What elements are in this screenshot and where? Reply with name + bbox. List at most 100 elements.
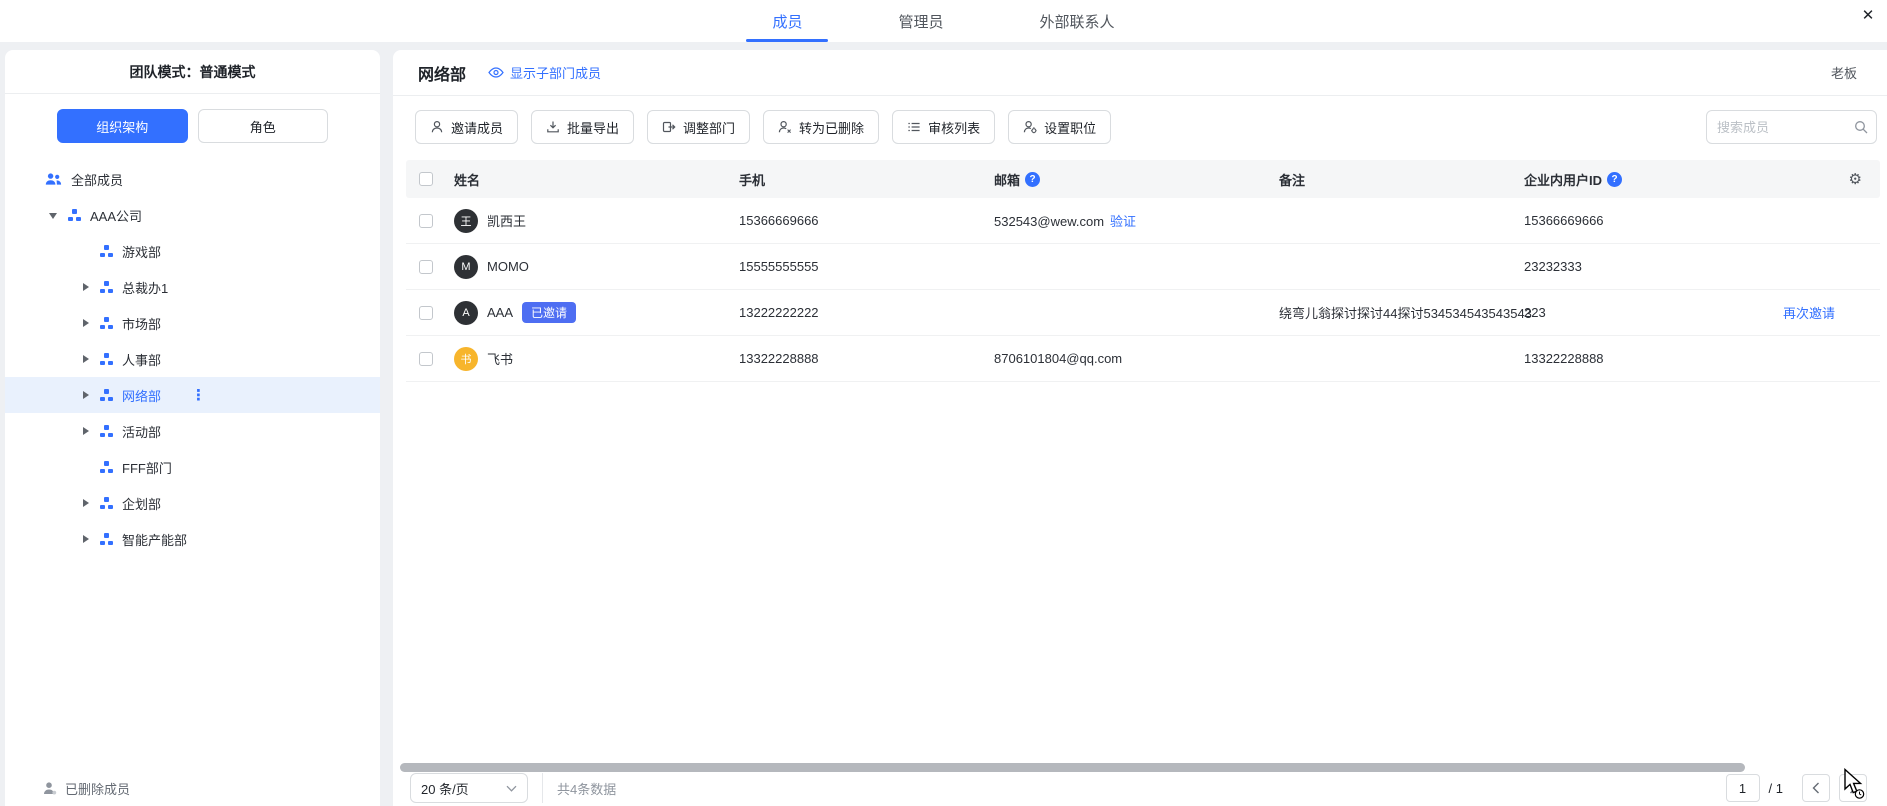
invite-member-button[interactable]: 邀请成员 (415, 110, 518, 144)
sidebar-item-all-members[interactable]: 全部成员 (5, 161, 380, 197)
button-label: 调整部门 (683, 118, 735, 137)
member-remark: 绕弯儿翁探讨探讨44探讨534534543543543 (1271, 303, 1516, 322)
table-row[interactable]: M MOMO 15555555555 23232333 (406, 244, 1880, 290)
caret-right-icon[interactable] (81, 390, 91, 400)
page-number-input[interactable] (1726, 774, 1760, 802)
chevron-down-icon (506, 785, 517, 792)
sidebar-item-network-dept[interactable]: 网络部 ⋮ (5, 377, 380, 413)
sidebar-item-games-dept[interactable]: 游戏部 (5, 233, 380, 269)
toolbar: 邀请成员 批量导出 调整部门 转为已删除 (415, 110, 1887, 144)
member-user-id: 13322228888 (1516, 351, 1746, 366)
row-checkbox[interactable] (419, 306, 433, 320)
caret-down-icon[interactable] (49, 210, 59, 220)
row-checkbox[interactable] (419, 352, 433, 366)
prev-page-button[interactable] (1802, 774, 1830, 802)
review-list-button[interactable]: 审核列表 (892, 110, 995, 144)
department-icon (100, 353, 113, 365)
department-icon (100, 245, 113, 257)
sidebar-item-smart-capacity-dept[interactable]: 智能产能部 (5, 521, 380, 557)
table-body: 王 凯西王 15366669666 532543@wew.com验证 15366… (406, 198, 1880, 382)
tab-admins[interactable]: 管理员 (872, 0, 969, 42)
sidebar-item-label: 市场部 (122, 314, 161, 333)
sidebar-item-activities-dept[interactable]: 活动部 (5, 413, 380, 449)
caret-right-icon[interactable] (81, 498, 91, 508)
sidebar-item-planning-dept[interactable]: 企划部 (5, 485, 380, 521)
sidebar-item-label: 智能产能部 (122, 530, 187, 549)
sidebar-item-label: 游戏部 (122, 242, 161, 261)
help-icon[interactable]: ? (1607, 172, 1622, 187)
owner-label: 老板 (1831, 63, 1857, 82)
sidebar-item-fff-dept[interactable]: FFF部门 (5, 449, 380, 485)
member-phone: 15555555555 (731, 259, 986, 274)
department-icon (100, 461, 113, 473)
eye-icon (488, 67, 504, 78)
move-to-deleted-button[interactable]: 转为已删除 (763, 110, 879, 144)
more-menu-icon[interactable]: ⋮ (191, 386, 206, 404)
caret-right-icon[interactable] (81, 534, 91, 544)
tab-members[interactable]: 成员 (746, 0, 828, 42)
caret-right-icon[interactable] (81, 354, 91, 364)
page-size-select[interactable]: 20 条/页 (410, 773, 528, 803)
caret-right-icon[interactable] (81, 426, 91, 436)
sidebar-item-ceo-office[interactable]: 总裁办1 (5, 269, 380, 305)
button-label: 转为已删除 (799, 118, 864, 137)
row-checkbox[interactable] (419, 260, 433, 274)
members-table: 姓名 手机 邮箱? 备注 企业内用户ID? ⚙ 王 凯西王 1536666966… (406, 160, 1880, 382)
deleted-person-icon (43, 782, 57, 795)
column-name: 姓名 (454, 170, 480, 189)
batch-export-button[interactable]: 批量导出 (531, 110, 634, 144)
sidebar-item-label: FFF部门 (122, 458, 172, 477)
row-checkbox[interactable] (419, 214, 433, 228)
tab-external-contacts[interactable]: 外部联系人 (1014, 0, 1141, 42)
department-icon (100, 389, 113, 401)
sidebar-item-aaa-company[interactable]: AAA公司 (5, 197, 380, 233)
member-user-id: 223 (1516, 305, 1746, 320)
org-structure-button[interactable]: 组织架构 (57, 109, 188, 143)
column-settings-gear-icon[interactable]: ⚙ (1849, 172, 1862, 187)
sidebar-item-label: 活动部 (122, 422, 161, 441)
search-input[interactable] (1706, 110, 1877, 144)
help-icon[interactable]: ? (1025, 172, 1040, 187)
department-icon (100, 533, 113, 545)
set-position-button[interactable]: 设置职位 (1008, 110, 1111, 144)
adjust-department-button[interactable]: 调整部门 (647, 110, 750, 144)
total-pages: / 1 (1769, 781, 1783, 796)
sidebar-item-label: 总裁办1 (122, 278, 168, 297)
deleted-members-label: 已删除成员 (65, 779, 130, 798)
table-row[interactable]: A AAA 已邀请 13222222222 绕弯儿翁探讨探讨44探讨534534… (406, 290, 1880, 336)
sidebar-item-label: 企划部 (122, 494, 161, 513)
sidebar-item-label: 网络部 (122, 386, 161, 405)
department-icon (100, 497, 113, 509)
top-tab-bar: 成员 管理员 外部联系人 (0, 0, 1887, 42)
pagination-bar: 20 条/页 共4条数据 / 1 (410, 770, 1867, 806)
person-remove-icon (778, 120, 792, 134)
member-user-id: 15366669666 (1516, 213, 1746, 228)
sidebar-item-marketing-dept[interactable]: 市场部 (5, 305, 380, 341)
show-sub-dept-link[interactable]: 显示子部门成员 (488, 63, 601, 82)
list-icon (907, 120, 921, 134)
column-remark: 备注 (1279, 170, 1305, 189)
caret-right-icon[interactable] (81, 282, 91, 292)
close-icon[interactable]: ✕ (1857, 4, 1879, 26)
search-box (1706, 110, 1877, 144)
button-label: 审核列表 (928, 118, 980, 137)
download-icon (546, 120, 560, 134)
avatar: 书 (454, 347, 478, 371)
sidebar-item-label: AAA公司 (90, 206, 142, 225)
next-page-button[interactable] (1839, 774, 1867, 802)
reinvite-link[interactable]: 再次邀请 (1783, 306, 1835, 321)
roles-button[interactable]: 角色 (198, 109, 329, 143)
department-header: 网络部 显示子部门成员 老板 (393, 50, 1887, 96)
member-email: 8706101804@qq.com (986, 351, 1271, 366)
department-icon (100, 281, 113, 293)
transfer-icon (662, 120, 676, 134)
table-row[interactable]: 书 飞书 13322228888 8706101804@qq.com 13322… (406, 336, 1880, 382)
select-all-checkbox[interactable] (419, 172, 433, 186)
caret-right-icon[interactable] (81, 318, 91, 328)
deleted-members-link[interactable]: 已删除成员 (43, 775, 130, 801)
table-row[interactable]: 王 凯西王 15366669666 532543@wew.com验证 15366… (406, 198, 1880, 244)
mode-switcher: 组织架构 角色 (57, 109, 328, 143)
sidebar-item-hr-dept[interactable]: 人事部 (5, 341, 380, 377)
verify-link[interactable]: 验证 (1110, 214, 1136, 229)
search-icon[interactable] (1854, 120, 1868, 134)
